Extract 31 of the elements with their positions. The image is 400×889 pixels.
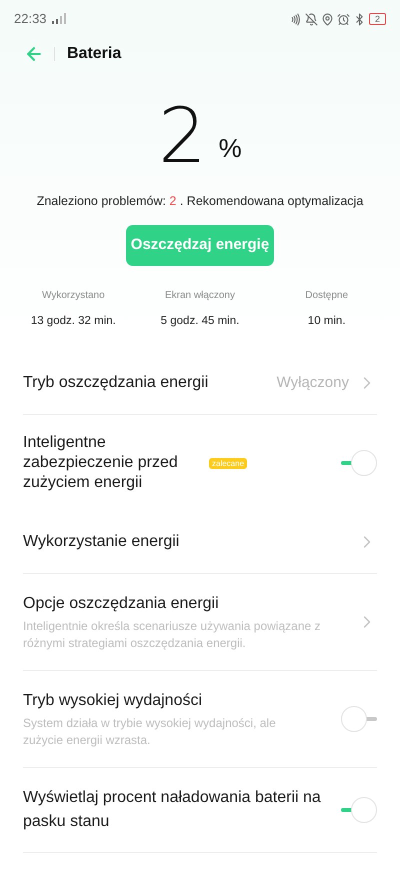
battery-indicator: 2 xyxy=(368,13,386,25)
back-icon[interactable] xyxy=(24,44,44,64)
setting-title: Inteligentne zabezpieczenie przed zużyciem energii xyxy=(23,433,179,493)
recommended-badge: zalecane xyxy=(209,458,248,468)
stat-label: Ekran włączony xyxy=(164,288,235,303)
stat-value: 5 godz. 45 min. xyxy=(160,314,240,329)
setting-title: Tryb oszczędzania energii xyxy=(23,373,208,393)
setting-title: Opcje oszczędzania energii xyxy=(23,594,219,614)
page-title: Bateria xyxy=(67,44,122,64)
stat-label: Wykorzystano xyxy=(42,288,105,303)
setting-title: Wykorzystanie energii xyxy=(23,532,180,552)
setting-title: Wyświetlaj procent naładowania baterii na pasku stanu xyxy=(23,788,322,832)
location-icon xyxy=(320,12,334,26)
problems-message: Znaleziono problemów: 2 . Rekomendowana optymalizacja xyxy=(36,193,364,210)
alarm-icon xyxy=(336,12,350,26)
mute-icon xyxy=(304,12,318,26)
toggle-switch[interactable] xyxy=(341,706,377,732)
setting-description: Inteligentnie określa scenariusze używania powiązane z różnymi strategiami oszczędzania energii. xyxy=(23,618,322,652)
save-energy-button[interactable]: Oszczędzaj energię xyxy=(126,224,274,266)
setting-value: Wyłączony xyxy=(276,372,349,393)
toggle-switch[interactable] xyxy=(341,450,377,476)
toggle-switch[interactable] xyxy=(341,797,377,823)
stat-value: 10 min. xyxy=(308,314,346,329)
setting-title: Tryb wysokiej wydajności xyxy=(23,691,202,711)
signal-icon xyxy=(50,13,69,25)
stat-label: Dostępne xyxy=(305,288,348,303)
stat-value: 13 godz. 32 min. xyxy=(30,314,116,329)
setting-description: System działa w trybie wysokiej wydajności, ale zużycie energii wzrasta. xyxy=(23,715,277,749)
status-time: 22:33 xyxy=(14,10,47,28)
battery-percentage: 2 xyxy=(158,98,207,174)
percent-sign: % xyxy=(218,132,242,165)
